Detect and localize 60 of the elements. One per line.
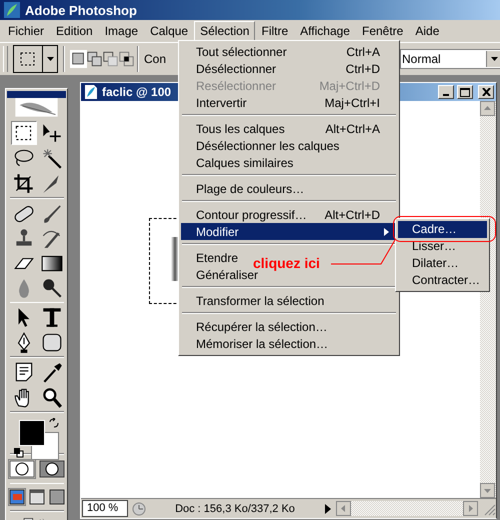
tool-preset-button[interactable] — [13, 45, 58, 73]
menu-item[interactable]: Désélectionner les calques — [181, 137, 342, 154]
menu-item[interactable]: Contracter… — [398, 272, 487, 289]
menu-item[interactable]: Modifier — [181, 223, 397, 240]
annotation-text: cliquez ici — [253, 255, 320, 271]
screen-mode-icon[interactable] — [28, 489, 44, 506]
toolbar-grip[interactable] — [3, 46, 8, 72]
menu-item[interactable]: Cadre… — [398, 221, 487, 238]
menu-item[interactable]: Désélectionner Ctrl+D — [181, 60, 397, 77]
screen-mode-icon[interactable] — [8, 489, 24, 506]
maximize-button[interactable] — [457, 85, 473, 99]
intersect-selection-icon[interactable] — [118, 50, 135, 68]
minimize-button[interactable] — [438, 85, 454, 99]
menu-item[interactable]: Image — [98, 20, 144, 42]
document-title: faclic @ 100 — [102, 85, 172, 99]
document-size-status: Doc : 156,3 Ko/337,2 Ko — [174, 502, 296, 514]
standard-mode-icon[interactable] — [8, 460, 34, 478]
add-selection-icon[interactable] — [86, 50, 103, 68]
menu-item[interactable]: Mémoriser la sélection… — [181, 335, 330, 352]
caret-icon — [46, 57, 54, 61]
toolbox-header — [7, 91, 66, 98]
close-icon — [482, 88, 490, 96]
menu-item[interactable]: Etendre — [181, 249, 240, 266]
menu-item[interactable]: Tous les calques Alt+Ctrl+A — [181, 120, 397, 137]
feather-icon — [4, 2, 20, 18]
triangle-right-icon[interactable] — [324, 502, 332, 514]
leader-line — [330, 240, 396, 264]
menu-item[interactable]: Plage de couleurs… — [181, 180, 306, 197]
menu-item[interactable]: Lisser… — [398, 238, 487, 255]
menu-item[interactable]: Affichage — [294, 20, 356, 42]
menu-item[interactable]: Récupérer la sélection… — [181, 318, 330, 335]
menu-item[interactable]: Contour progressif… Alt+Ctrl+D — [181, 206, 397, 223]
menu-item[interactable]: Calque — [144, 20, 194, 42]
mode-dropdown[interactable]: Normal — [400, 49, 500, 69]
menu-item[interactable]: Edition — [50, 20, 99, 42]
menu-item[interactable]: Fichier — [2, 20, 50, 42]
menu-item[interactable]: Aide — [409, 20, 446, 42]
menu-item[interactable]: Filtre — [255, 20, 294, 42]
foreground-color-swatch[interactable] — [18, 420, 44, 446]
screen-mode-icon[interactable] — [48, 489, 64, 506]
caret-icon — [490, 57, 498, 61]
close-button[interactable] — [478, 85, 494, 99]
new-selection-icon[interactable] — [70, 50, 87, 68]
document-icon — [83, 84, 99, 100]
option-label: Con — [144, 52, 166, 66]
resize-grip-icon[interactable] — [482, 502, 496, 516]
swap-arrow-icon[interactable] — [48, 418, 58, 428]
menu-item[interactable]: Intervertir Maj+Ctrl+I — [181, 94, 397, 111]
menu-item[interactable]: Calques similaires — [181, 154, 296, 171]
zoom-field[interactable]: 100 % — [82, 500, 128, 517]
menu-item[interactable]: Tout sélectionner Ctrl+A — [181, 43, 397, 60]
menu-item[interactable]: Fenêtre — [356, 20, 410, 42]
window-title: Adobe Photoshop — [25, 2, 137, 18]
quick-mask-icon[interactable] — [38, 460, 64, 478]
menu-item[interactable]: Transformer la sélection — [181, 292, 326, 309]
default-colors-icon[interactable] — [14, 448, 24, 458]
menu-item[interactable]: Dilater… — [398, 255, 487, 272]
subtract-selection-icon[interactable] — [102, 50, 119, 68]
maximize-icon — [460, 88, 470, 96]
dashed-rectangle-icon[interactable] — [10, 120, 36, 145]
